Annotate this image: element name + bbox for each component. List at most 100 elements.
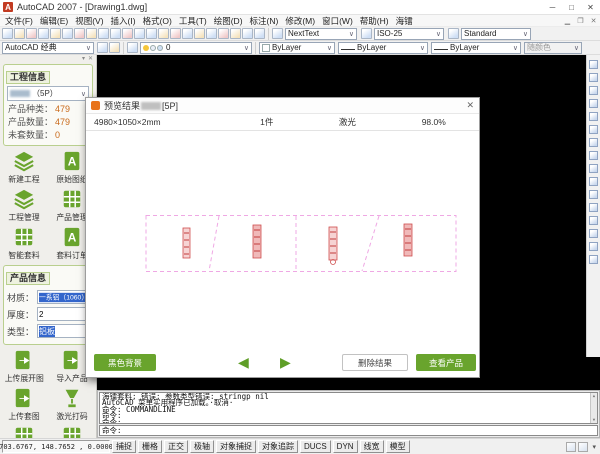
menu-item-7[interactable]: 绘图(D) bbox=[214, 15, 243, 27]
mdi-minimize-button[interactable]: ▁ bbox=[561, 17, 574, 25]
menu-item-11[interactable]: 帮助(H) bbox=[360, 15, 389, 27]
copy-object-icon[interactable] bbox=[589, 73, 598, 82]
dim-style-select[interactable]: ISO-25 ∨ bbox=[374, 27, 444, 40]
dialog-close-icon[interactable]: ✕ bbox=[466, 100, 474, 111]
text-style-icon[interactable] bbox=[272, 28, 283, 39]
tool-button-new-project[interactable]: 新建工程 bbox=[0, 149, 48, 186]
maximize-button[interactable]: □ bbox=[562, 0, 581, 14]
menu-item-8[interactable]: 标注(N) bbox=[250, 15, 279, 27]
workspace-select[interactable]: AutoCAD 经典 ∨ bbox=[2, 41, 94, 54]
lineweight-select[interactable]: ByLayer ∨ bbox=[431, 41, 521, 54]
delete-result-button[interactable]: 删除结果 bbox=[342, 354, 408, 371]
erase-icon[interactable] bbox=[589, 60, 598, 69]
status-toggle-捕捉[interactable]: 捕捉 bbox=[112, 440, 136, 453]
zoom-window-icon[interactable] bbox=[170, 28, 181, 39]
zoom-realtime-icon[interactable] bbox=[158, 28, 169, 39]
field-input[interactable]: 2 bbox=[37, 307, 89, 321]
rotate-icon[interactable] bbox=[589, 138, 598, 147]
status-toggle-DUCS[interactable]: DUCS bbox=[300, 440, 331, 453]
status-toggle-对象追踪[interactable]: 对象追踪 bbox=[258, 440, 298, 453]
command-input[interactable]: 命令: bbox=[99, 425, 598, 436]
next-sheet-icon[interactable]: ▶ bbox=[280, 354, 291, 371]
sheetset-manager-icon[interactable] bbox=[230, 28, 241, 39]
publish-icon[interactable] bbox=[62, 28, 73, 39]
open-icon[interactable] bbox=[14, 28, 25, 39]
panel-menu-icon[interactable]: ▾ bbox=[82, 56, 85, 62]
mirror-icon[interactable] bbox=[589, 86, 598, 95]
table-style-icon[interactable] bbox=[448, 28, 459, 39]
toolbar-unlock-icon[interactable] bbox=[566, 441, 577, 452]
tool-button-plate-frame[interactable]: 铝板外框 bbox=[48, 424, 96, 438]
tool-button-laser-mark[interactable]: 激光打码 bbox=[48, 386, 96, 423]
status-toggle-栅格[interactable]: 栅格 bbox=[138, 440, 162, 453]
pan-icon[interactable] bbox=[146, 28, 157, 39]
stretch-icon[interactable] bbox=[589, 164, 598, 173]
designcenter-icon[interactable] bbox=[206, 28, 217, 39]
match-properties-icon[interactable] bbox=[110, 28, 121, 39]
text-style-select[interactable]: NextText ∨ bbox=[285, 27, 357, 40]
view-product-button[interactable]: 查看产品 bbox=[416, 354, 476, 371]
save-icon[interactable] bbox=[26, 28, 37, 39]
undo-icon[interactable] bbox=[122, 28, 133, 39]
command-scrollbar[interactable]: ▲ ▼ bbox=[590, 393, 597, 423]
tool-button-project-manage[interactable]: 工程管理 bbox=[0, 187, 48, 224]
menu-item-9[interactable]: 修改(M) bbox=[285, 15, 315, 27]
menu-item-5[interactable]: 格式(O) bbox=[143, 15, 172, 27]
linetype-select[interactable]: ByLayer ∨ bbox=[338, 41, 428, 54]
paste-icon[interactable] bbox=[98, 28, 109, 39]
menu-item-6[interactable]: 工具(T) bbox=[179, 15, 207, 27]
chamfer-icon[interactable] bbox=[589, 229, 598, 238]
extend-icon[interactable] bbox=[589, 190, 598, 199]
menu-item-1[interactable]: 文件(F) bbox=[5, 15, 33, 27]
layer-select[interactable]: 0 ∨ bbox=[140, 41, 252, 54]
menu-item-2[interactable]: 编辑(E) bbox=[40, 15, 68, 27]
prev-sheet-icon[interactable]: ◀ bbox=[238, 354, 249, 371]
plot-preview-icon[interactable] bbox=[50, 28, 61, 39]
project-dropdown[interactable]: （5P） ∨ bbox=[7, 86, 89, 101]
redo-icon[interactable] bbox=[134, 28, 145, 39]
field-input[interactable]: 一系铝（1060） bbox=[37, 290, 89, 304]
status-toggle-线宽[interactable]: 线宽 bbox=[359, 440, 384, 453]
mdi-restore-button[interactable]: ❐ bbox=[574, 17, 587, 25]
tool-palettes-icon[interactable] bbox=[218, 28, 229, 39]
panel-close-icon[interactable]: ✕ bbox=[88, 56, 93, 62]
menu-item-4[interactable]: 插入(I) bbox=[111, 15, 136, 27]
table-style-select[interactable]: Standard ∨ bbox=[461, 27, 531, 40]
workspace-save-icon[interactable] bbox=[109, 42, 120, 53]
dim-style-icon[interactable] bbox=[361, 28, 372, 39]
clean-screen-icon[interactable] bbox=[578, 441, 589, 452]
close-button[interactable]: ✕ bbox=[581, 0, 600, 14]
workspace-settings-icon[interactable] bbox=[97, 42, 108, 53]
break-point-icon[interactable] bbox=[589, 203, 598, 212]
menu-item-10[interactable]: 窗口(W) bbox=[322, 15, 353, 27]
break-icon[interactable] bbox=[589, 216, 598, 225]
fillet-icon[interactable] bbox=[589, 242, 598, 251]
markup-icon[interactable] bbox=[242, 28, 253, 39]
mdi-close-button[interactable]: ✕ bbox=[587, 17, 600, 25]
status-toggle-极轴[interactable]: 极轴 bbox=[190, 440, 214, 453]
explode-icon[interactable] bbox=[589, 255, 598, 264]
new-icon[interactable] bbox=[2, 28, 13, 39]
tool-button-upload-nest[interactable]: 上传套图 bbox=[0, 386, 48, 423]
status-menu-arrow-icon[interactable]: ▾ bbox=[590, 443, 598, 451]
move-icon[interactable] bbox=[589, 125, 598, 134]
array-icon[interactable] bbox=[589, 112, 598, 121]
layer-properties-icon[interactable] bbox=[127, 42, 138, 53]
offset-icon[interactable] bbox=[589, 99, 598, 108]
zoom-previous-icon[interactable] bbox=[182, 28, 193, 39]
cut-icon[interactable] bbox=[74, 28, 85, 39]
copy-icon[interactable] bbox=[86, 28, 97, 39]
status-toggle-模型[interactable]: 模型 bbox=[385, 440, 410, 453]
status-toggle-正交[interactable]: 正交 bbox=[164, 440, 188, 453]
menu-item-12[interactable]: 海镭 bbox=[396, 15, 413, 27]
field-input[interactable]: 铝板 bbox=[37, 324, 89, 338]
qdim-icon[interactable] bbox=[254, 28, 265, 39]
black-background-button[interactable]: 黑色背景 bbox=[94, 354, 156, 371]
command-history[interactable]: 海镭套料; 错误: 参数类型错误: stringp nil AutoCAD 菜单实… bbox=[99, 392, 598, 424]
menu-item-3[interactable]: 视图(V) bbox=[75, 15, 103, 27]
tool-button-smart-nesting[interactable]: 智能套料 bbox=[0, 225, 48, 262]
properties-icon[interactable] bbox=[194, 28, 205, 39]
trim-icon[interactable] bbox=[589, 177, 598, 186]
tool-button-merge-dxf[interactable]: 合并DXF bbox=[0, 424, 48, 438]
plot-icon[interactable] bbox=[38, 28, 49, 39]
